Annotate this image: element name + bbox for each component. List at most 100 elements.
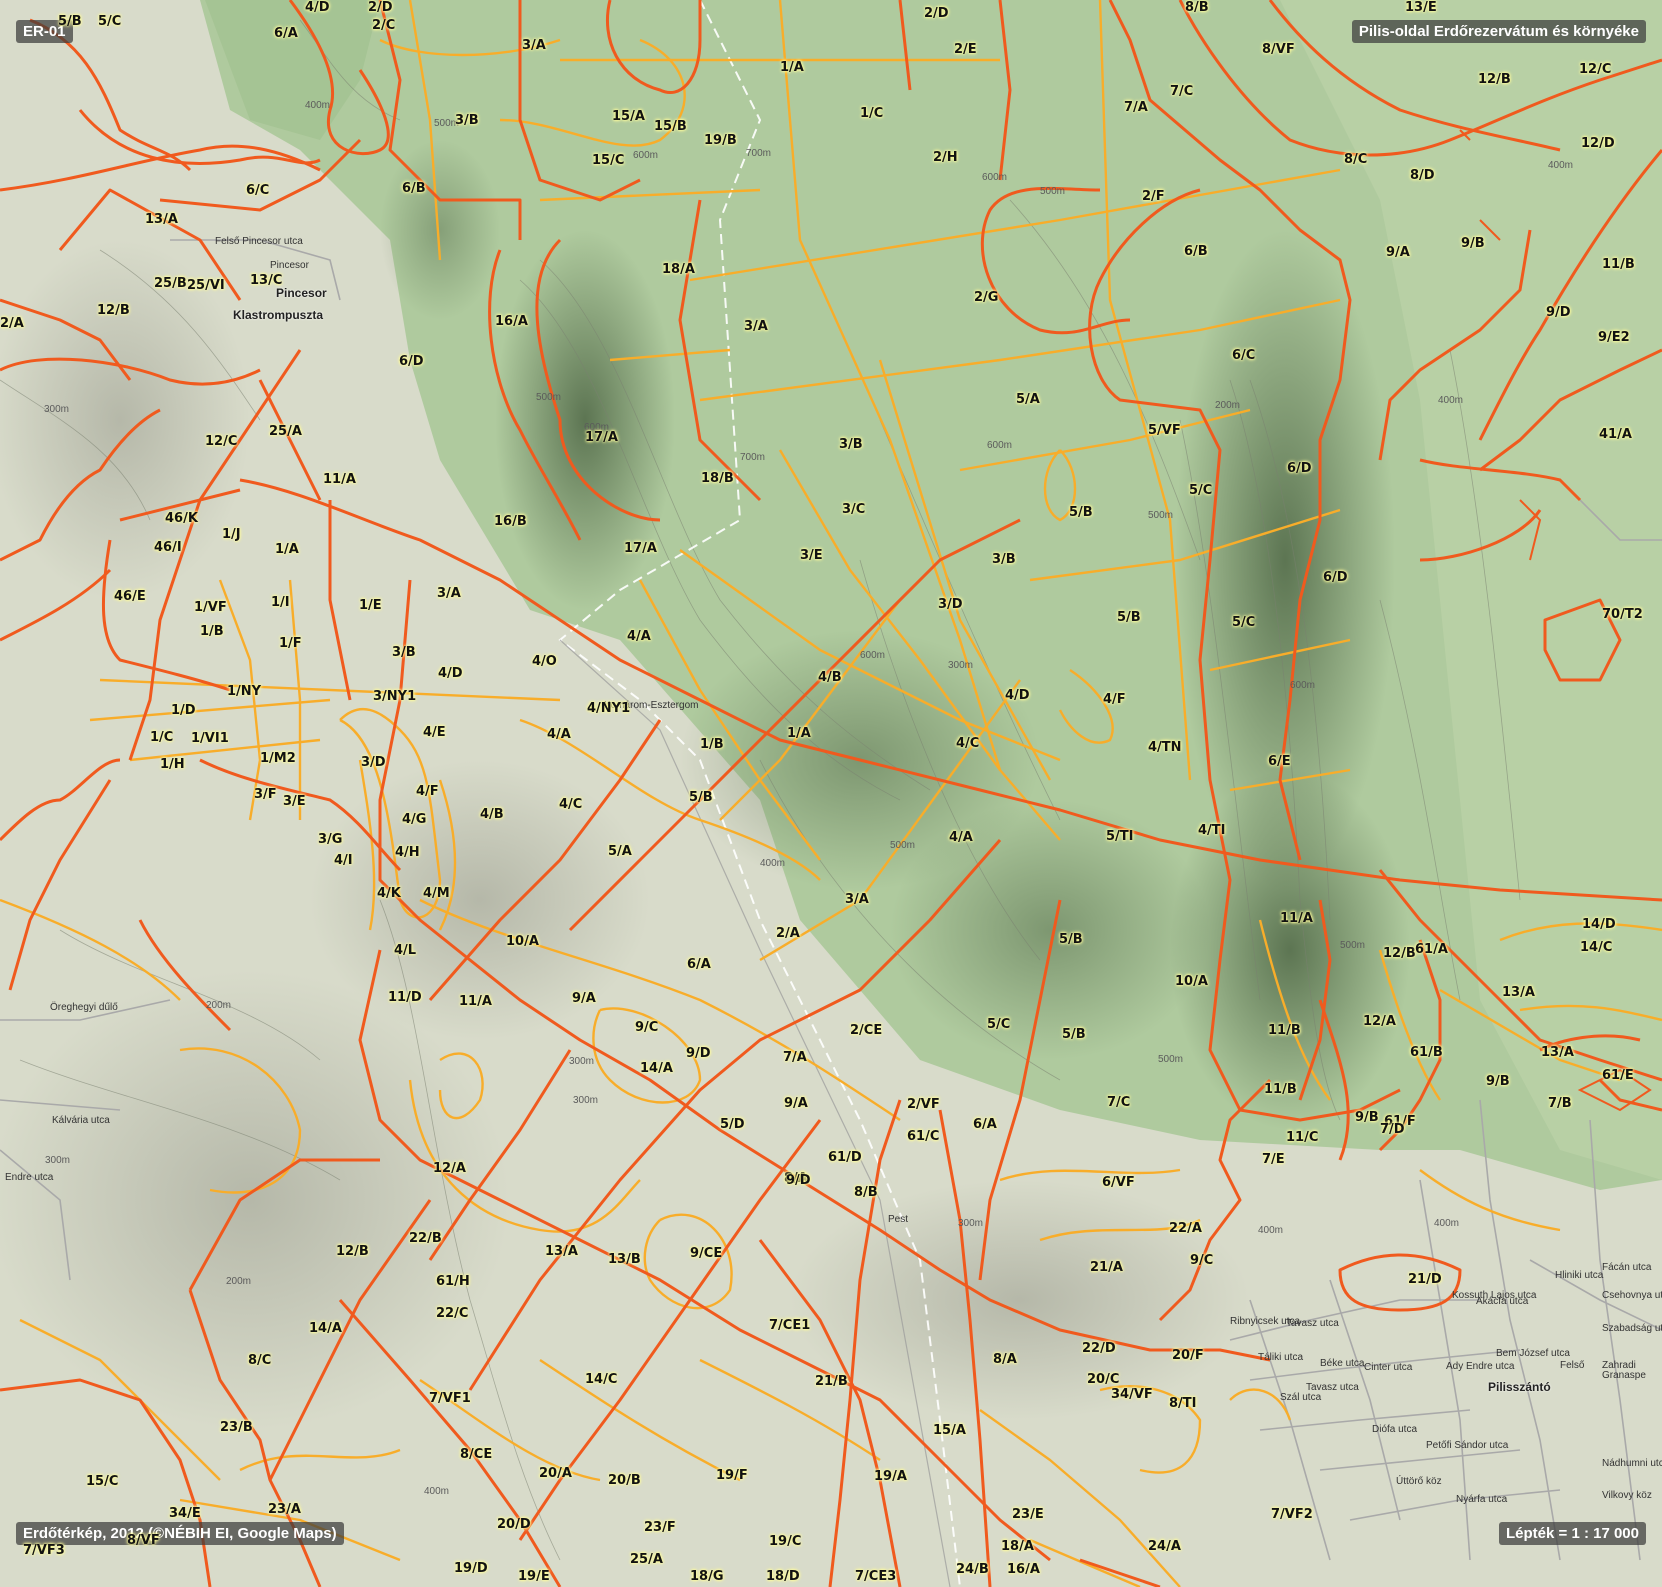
compartment-label[interactable]: 8/B <box>854 1185 878 1200</box>
compartment-label[interactable]: 61/B <box>1410 1045 1443 1060</box>
compartment-label[interactable]: 61/H <box>436 1274 470 1289</box>
compartment-label[interactable]: 5/C <box>987 1017 1010 1032</box>
compartment-label[interactable]: 2/D <box>368 0 393 15</box>
compartment-label[interactable]: 22/C <box>436 1306 468 1321</box>
compartment-label[interactable]: 14/A <box>309 1321 342 1336</box>
compartment-label[interactable]: 25/B <box>154 276 187 291</box>
compartment-label[interactable]: 1/A <box>275 542 299 557</box>
compartment-label[interactable]: 3/E <box>800 548 823 563</box>
compartment-label[interactable]: 13/B <box>608 1252 641 1267</box>
compartment-label[interactable]: 3/A <box>522 38 546 53</box>
compartment-label[interactable]: 4/L <box>394 943 416 958</box>
compartment-label[interactable]: 3/D <box>361 755 386 770</box>
compartment-label[interactable]: 5/C <box>1232 615 1255 630</box>
compartment-label[interactable]: 1/B <box>700 737 724 752</box>
compartment-label[interactable]: 12/B <box>336 1244 369 1259</box>
compartment-label[interactable]: 15/C <box>592 153 624 168</box>
compartment-label[interactable]: 9/A <box>1386 245 1410 260</box>
compartment-label[interactable]: 3/A <box>744 319 768 334</box>
compartment-label[interactable]: 20/C <box>1087 1372 1119 1387</box>
compartment-label[interactable]: 1/A <box>787 726 811 741</box>
compartment-label[interactable]: 4/TI <box>1198 823 1226 838</box>
compartment-label[interactable]: 7/VF1 <box>429 1391 471 1406</box>
compartment-label[interactable]: 16/B <box>494 514 527 529</box>
compartment-label[interactable]: 13/A <box>1541 1045 1574 1060</box>
compartment-label[interactable]: 2/A <box>0 316 24 331</box>
compartment-label[interactable]: 46/I <box>154 540 182 555</box>
compartment-label[interactable]: 11/A <box>1280 911 1313 926</box>
compartment-label[interactable]: 19/A <box>874 1469 907 1484</box>
compartment-label[interactable]: 15/C <box>86 1474 118 1489</box>
compartment-label[interactable]: 4/B <box>818 670 842 685</box>
compartment-label[interactable]: 8/D <box>1410 168 1435 183</box>
compartment-label[interactable]: 7/CE3 <box>855 1569 896 1584</box>
compartment-label[interactable]: 6/E <box>1268 754 1291 769</box>
compartment-label[interactable]: 20/D <box>497 1517 531 1532</box>
compartment-label[interactable]: 46/E <box>114 589 146 604</box>
compartment-label[interactable]: 1/A <box>780 60 804 75</box>
compartment-label[interactable]: 7/C <box>1170 84 1193 99</box>
compartment-label[interactable]: 7/D <box>1380 1122 1405 1137</box>
compartment-label[interactable]: 13/A <box>1502 985 1535 1000</box>
compartment-label[interactable]: 12/B <box>1478 72 1511 87</box>
compartment-label[interactable]: 11/B <box>1264 1082 1297 1097</box>
compartment-label[interactable]: 4/C <box>956 736 979 751</box>
compartment-label[interactable]: 4/F <box>1103 692 1126 707</box>
compartment-label[interactable]: 12/D <box>1581 136 1615 151</box>
compartment-label[interactable]: 13/A <box>545 1244 578 1259</box>
compartment-label[interactable]: 14/C <box>585 1372 617 1387</box>
compartment-label[interactable]: 6/D <box>399 354 424 369</box>
compartment-label[interactable]: 8/C <box>1344 152 1367 167</box>
compartment-label[interactable]: 4/E <box>423 725 446 740</box>
compartment-label[interactable]: 4/D <box>1005 688 1030 703</box>
compartment-label[interactable]: 6/A <box>274 26 298 41</box>
compartment-label[interactable]: 21/A <box>1090 1260 1123 1275</box>
compartment-label[interactable]: 20/F <box>1172 1348 1204 1363</box>
compartment-label[interactable]: 8/A <box>993 1352 1017 1367</box>
compartment-label[interactable]: 15/B <box>654 119 687 134</box>
compartment-label[interactable]: 22/A <box>1169 1221 1202 1236</box>
compartment-label[interactable]: 4/B <box>480 807 504 822</box>
compartment-label[interactable]: 46/K <box>165 511 198 526</box>
compartment-label[interactable]: 11/A <box>323 472 356 487</box>
compartment-label[interactable]: 9/D <box>1546 305 1571 320</box>
compartment-label[interactable]: 5/B <box>1062 1027 1086 1042</box>
compartment-label[interactable]: 10/A <box>506 934 539 949</box>
compartment-label[interactable]: 18/D <box>766 1569 800 1584</box>
compartment-label[interactable]: 3/A <box>845 892 869 907</box>
compartment-label[interactable]: 8/TI <box>1169 1396 1197 1411</box>
compartment-label[interactable]: 1/I <box>271 595 290 610</box>
compartment-label[interactable]: 1/VF <box>194 600 227 615</box>
compartment-label[interactable]: 4/O <box>532 654 557 669</box>
compartment-label[interactable]: 12/C <box>1579 62 1611 77</box>
compartment-label[interactable]: 22/D <box>1082 1341 1116 1356</box>
compartment-label[interactable]: 11/C <box>1286 1130 1318 1145</box>
compartment-label[interactable]: 9/A <box>784 1096 808 1111</box>
compartment-label[interactable]: 9/A <box>572 991 596 1006</box>
compartment-label[interactable]: 6/A <box>973 1117 997 1132</box>
compartment-label[interactable]: 24/A <box>1148 1539 1181 1554</box>
compartment-label[interactable]: 2/A <box>776 926 800 941</box>
compartment-label[interactable]: 5/C <box>98 14 121 29</box>
compartment-label[interactable]: 14/D <box>1582 917 1616 932</box>
compartment-label[interactable]: 9/B <box>1355 1110 1379 1125</box>
compartment-label[interactable]: 3/G <box>318 832 342 847</box>
compartment-label[interactable]: 4/NY1 <box>587 701 630 716</box>
compartment-label[interactable]: 1/D <box>171 703 196 718</box>
compartment-label[interactable]: 7/VF2 <box>1271 1507 1313 1522</box>
compartment-label[interactable]: 1/C <box>150 730 173 745</box>
compartment-label[interactable]: 12/C <box>205 434 237 449</box>
compartment-label[interactable]: 4/TN <box>1148 740 1182 755</box>
compartment-label[interactable]: 4/D <box>305 0 330 15</box>
compartment-label[interactable]: 2/CE <box>850 1023 882 1038</box>
compartment-label[interactable]: 10/A <box>1175 974 1208 989</box>
compartment-label[interactable]: 11/A <box>459 994 492 1009</box>
compartment-label[interactable]: 19/F <box>716 1468 748 1483</box>
compartment-label[interactable]: 3/E <box>283 794 306 809</box>
compartment-label[interactable]: 2/G <box>974 290 998 305</box>
compartment-label[interactable]: 61/E <box>1602 1068 1634 1083</box>
compartment-label[interactable]: 3/B <box>392 645 416 660</box>
compartment-label[interactable]: 1/VI1 <box>191 731 229 746</box>
compartment-label[interactable]: 20/A <box>539 1466 572 1481</box>
compartment-label[interactable]: 9/D <box>686 1046 711 1061</box>
